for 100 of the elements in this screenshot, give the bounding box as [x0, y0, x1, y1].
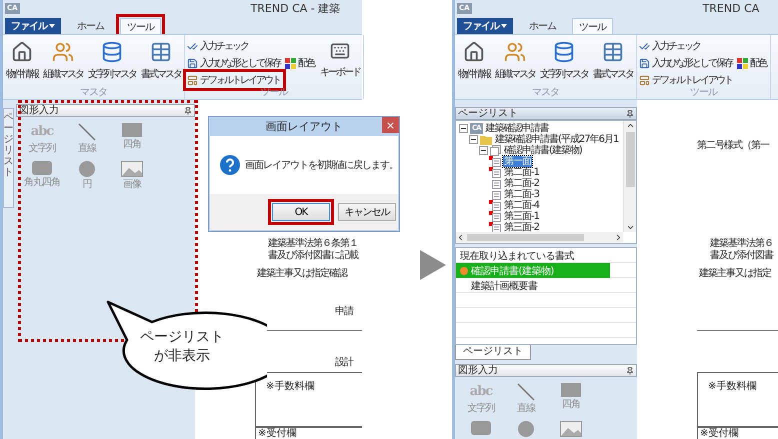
line-icon	[517, 383, 535, 401]
ribbon-button[interactable]: 文字列マスタ	[87, 39, 137, 83]
house-icon	[10, 41, 34, 63]
folder-icon	[480, 134, 492, 144]
pin-icon[interactable]	[626, 366, 634, 374]
box-label: ※手数料欄	[708, 381, 756, 392]
window-title: TREND CA	[702, 2, 760, 15]
tree-item[interactable]: 第二面-4	[503, 200, 540, 211]
coin-stack-icon	[552, 41, 576, 63]
ribbon-button[interactable]: 組織マスタ	[494, 39, 536, 83]
tree-item[interactable]: 第三面-2	[503, 222, 540, 232]
side-tab[interactable]: ページリスト	[3, 108, 14, 208]
horizontal-scrollbar[interactable]	[456, 232, 623, 243]
rectangle-icon	[561, 383, 581, 397]
ribbon-tab[interactable]: ツール	[572, 18, 613, 34]
table-icon	[149, 41, 173, 63]
collapse-icon[interactable]	[469, 135, 478, 144]
ribbon-button[interactable]: 入力チェック	[187, 39, 250, 53]
scroll-left-icon[interactable]	[456, 233, 465, 242]
people-icon	[51, 41, 75, 63]
ribbon-button[interactable]: 書式マスタ	[592, 39, 634, 83]
ribbon-button[interactable]: デフォルトレイアウト	[187, 73, 282, 87]
tree-item[interactable]: 第二面-1	[503, 167, 540, 178]
table-icon	[601, 41, 625, 63]
ribbon-tab[interactable]: ホーム	[71, 18, 110, 34]
caret-icon	[501, 24, 507, 28]
document-text: 建築主事又は指定確認	[257, 268, 347, 280]
document-text: 建築主事又は指定	[699, 268, 771, 280]
abc-glyph: abc	[470, 383, 492, 401]
check-icon	[187, 40, 198, 52]
ribbon-button[interactable]: 書式マスタ	[140, 39, 182, 83]
tree-item[interactable]: 建築確認申請書(平成27年6月1	[494, 134, 620, 145]
document-text: 建築基準法第６条第１	[268, 238, 358, 250]
question-icon	[220, 155, 240, 175]
tree-item[interactable]: 建築確認申請書	[484, 123, 550, 134]
ribbon-tab[interactable]: ツール	[120, 18, 161, 34]
document-text: 設計	[335, 357, 353, 369]
ribbon-button[interactable]: 物件情報	[457, 39, 491, 83]
image-icon	[121, 161, 143, 177]
collapse-icon[interactable]	[459, 124, 468, 133]
dialog-button[interactable]: OK	[272, 203, 330, 221]
ribbon-button[interactable]: 組織マスタ	[42, 39, 84, 83]
ribbon-button[interactable]: 入力チェック	[639, 39, 702, 53]
document-text: 書及び添付図書に記載	[268, 250, 358, 262]
save-icon	[639, 58, 650, 68]
color-grid-icon	[737, 58, 748, 68]
document-text: 書及び添付図書	[710, 250, 773, 262]
tree-item[interactable]: 第三面-1	[503, 211, 540, 222]
vertical-scrollbar[interactable]	[623, 121, 636, 232]
tree-item[interactable]: 確認申請書(建築物)	[503, 145, 583, 156]
document-text: ※受付欄	[255, 427, 362, 439]
house-icon	[462, 41, 486, 63]
keyboard-icon	[328, 41, 352, 61]
document-text: 建築基準法第６	[710, 238, 773, 250]
document-text: ※受付欄	[697, 427, 778, 439]
callout-text: ページリスト が非表示	[139, 328, 225, 366]
ribbon-button[interactable]: 入力ひな形として保存	[639, 56, 734, 70]
dialog-message: 画面レイアウトを初期値に戻します。	[245, 158, 398, 172]
form-heading: 第二号様式（第一	[697, 140, 769, 152]
format-item[interactable]: 建築計画概要書	[456, 278, 610, 293]
tree-item[interactable]: 第一面	[503, 156, 532, 167]
collapse-icon[interactable]	[479, 146, 488, 155]
layout-icon	[639, 74, 650, 86]
ribbon-button[interactable]: 文字列マスタ	[539, 39, 589, 83]
scroll-right-icon[interactable]	[614, 233, 623, 242]
panel-title: ページリスト	[458, 108, 518, 119]
pin-icon[interactable]	[184, 106, 192, 114]
rounded-rectangle-icon	[471, 421, 491, 435]
color-grid-icon	[285, 58, 296, 68]
window-title: TREND CA - 建築	[250, 2, 340, 15]
dialog-button[interactable]: キャンセル	[338, 203, 396, 221]
ribbon-button[interactable]: デフォルトレイアウト	[639, 73, 734, 87]
scroll-up-icon[interactable]	[626, 121, 634, 130]
dialog-title: 画面レイアウト	[266, 119, 342, 134]
ribbon-tab[interactable]: ホーム	[523, 18, 562, 34]
tree-item[interactable]: 第二面-2	[503, 178, 540, 189]
pin-icon[interactable]	[626, 110, 634, 118]
line-icon	[78, 123, 96, 141]
caret-icon	[49, 24, 55, 28]
panel-title: 図形入力	[458, 365, 498, 376]
scroll-down-icon[interactable]	[626, 223, 634, 232]
layout-icon	[187, 74, 198, 86]
ribbon-button[interactable]: 入力ひな形として保存	[187, 56, 282, 70]
ribbon-button[interactable]: キーボード	[319, 39, 361, 81]
triangle-arrow-icon	[420, 250, 446, 280]
rounded-rectangle-icon	[32, 161, 52, 175]
people-icon	[503, 41, 527, 63]
file-menu-button[interactable]: ファイル	[457, 18, 513, 34]
tree-item[interactable]: 第二面-3	[503, 189, 540, 200]
image-icon	[560, 421, 582, 437]
document-stack-icon	[490, 145, 501, 156]
panel-tab[interactable]: ページリスト	[455, 345, 531, 360]
ribbon-button[interactable]: 配色	[737, 56, 768, 70]
close-button[interactable]: ×	[382, 117, 399, 133]
ribbon-button[interactable]: 配色	[285, 56, 316, 70]
file-menu-button[interactable]: ファイル	[5, 18, 61, 34]
group-label: マスタ	[531, 87, 560, 99]
save-icon	[187, 58, 198, 68]
ribbon-button[interactable]: 物件情報	[5, 39, 39, 83]
group-label: マスタ	[79, 87, 108, 99]
